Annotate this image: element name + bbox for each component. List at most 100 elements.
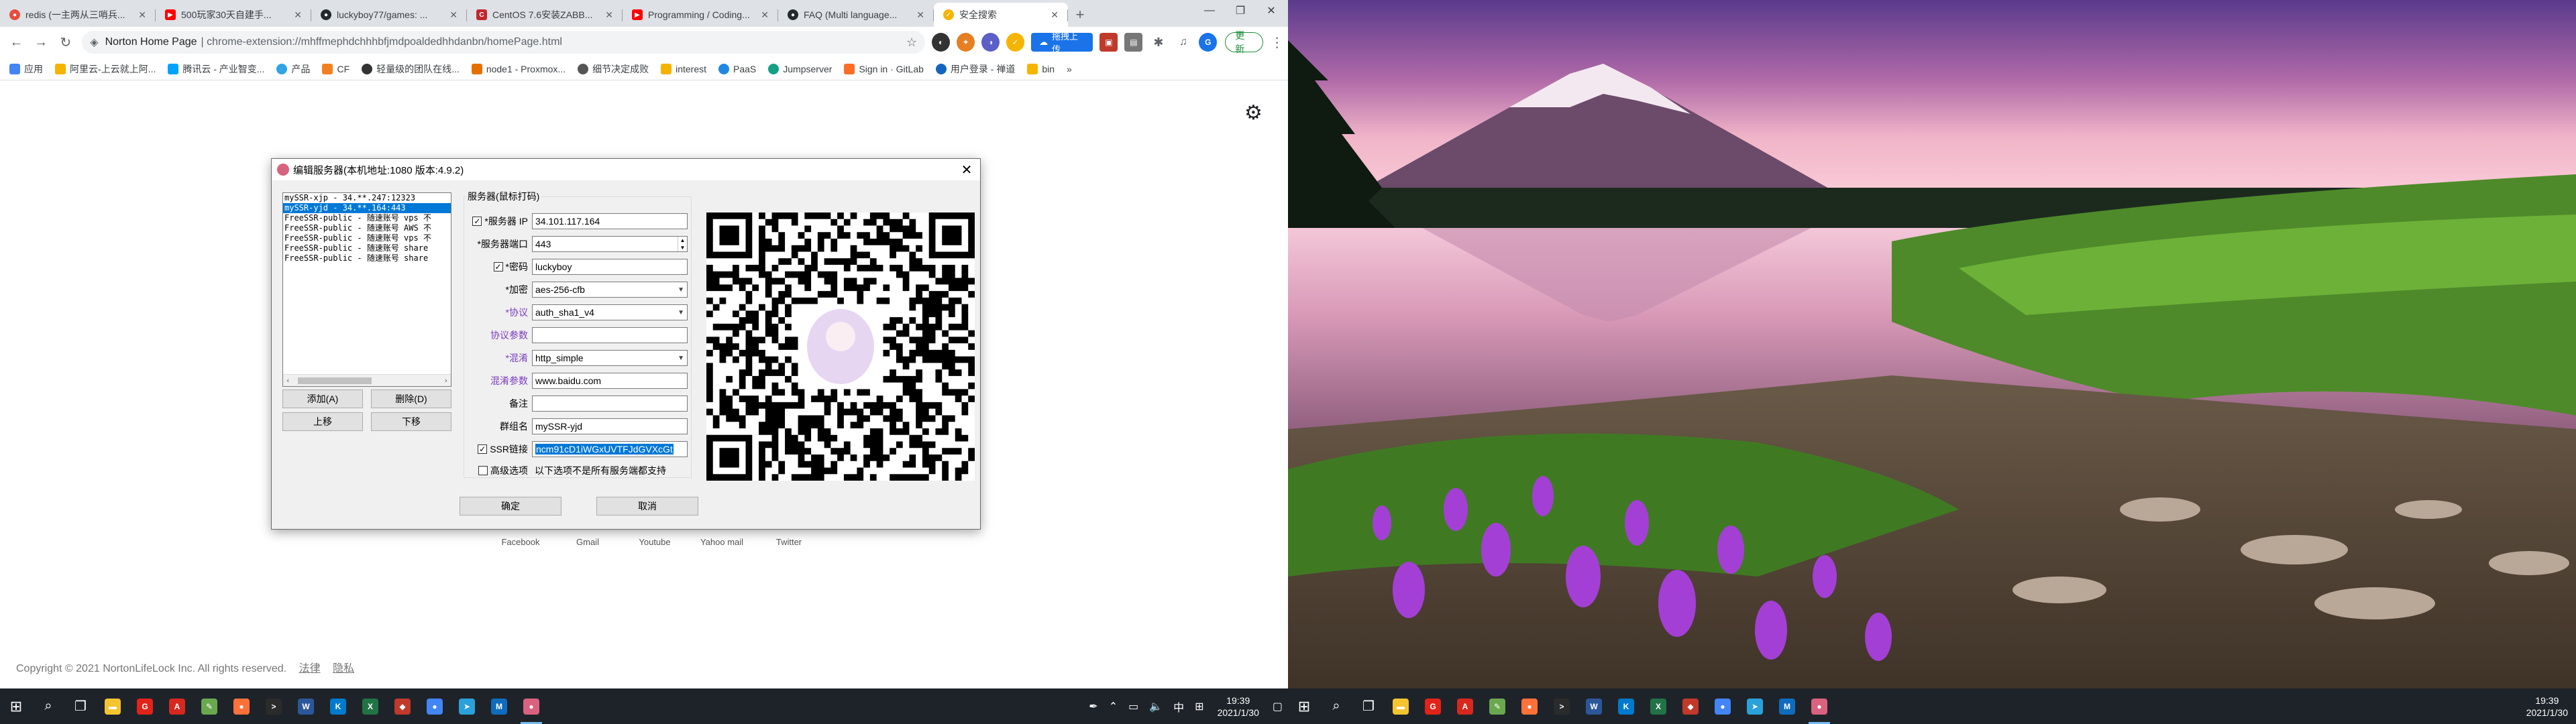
server-item[interactable]: FreeSSR-public - 随速账号 AWS 不 (283, 223, 451, 233)
excel-icon[interactable]: X (1642, 688, 1674, 724)
taskbar-clock[interactable]: 19:39 2021/1/30 (2526, 695, 2568, 719)
link-youtube[interactable]: Youtube (621, 537, 688, 547)
server-ip-input[interactable]: 34.101.117.164 (532, 213, 688, 229)
firefox-icon[interactable]: ● (225, 688, 258, 724)
close-tab-icon[interactable]: ✕ (449, 9, 458, 21)
legal-link[interactable]: 法律 (299, 663, 321, 674)
extension-icon-4[interactable]: ▣ (1099, 33, 1118, 52)
taskbar-clock[interactable]: 19:39 2021/1/30 (1218, 695, 1259, 719)
cancel-button[interactable]: 取消 (596, 497, 698, 516)
server-item-selected[interactable]: mySSR-yjd - 34.**.164:443 (283, 203, 451, 213)
telegram-icon[interactable]: ➤ (1739, 688, 1771, 724)
windows-start-icon[interactable]: ⊞ (1288, 688, 1320, 724)
minimize-window-icon[interactable]: — (1194, 0, 1225, 21)
protocol-select[interactable]: auth_sha1_v4 ▼ (532, 304, 688, 320)
reload-icon[interactable]: ↻ (55, 31, 77, 54)
cloud-upload-button[interactable]: ☁ 拖拽上传 (1031, 32, 1093, 54)
bookmark-tencent[interactable]: 腾讯云 - 产业智变... (168, 62, 264, 76)
scroll-left-icon[interactable]: ‹ (286, 376, 290, 385)
ssr-icon[interactable]: ● (515, 688, 547, 724)
obfs-param-input[interactable]: www.baidu.com (532, 373, 688, 389)
password-input[interactable]: luckyboy (532, 259, 688, 275)
address-bar[interactable]: ◈ Norton Home Page | chrome-extension://… (82, 31, 926, 54)
paw-icon[interactable]: ◆ (386, 688, 419, 724)
bookmark-details[interactable]: 细节决定成败 (578, 62, 649, 76)
bookmark-products[interactable]: 产品 (276, 62, 310, 76)
port-input[interactable]: 443 ▲ ▼ (532, 236, 688, 252)
notepad-icon[interactable]: ✎ (1481, 688, 1513, 724)
vscode-icon[interactable]: K (322, 688, 354, 724)
bookmark-apps[interactable]: 应用 (9, 62, 43, 76)
extension-icon-2[interactable]: ✦ (957, 33, 975, 52)
server-item[interactable]: mySSR-xjp - 34.**.247:12323 (283, 193, 451, 203)
close-tab-icon[interactable]: ✕ (294, 9, 302, 21)
extension-icon-3[interactable]: ◑ (981, 33, 1000, 52)
file-explorer-icon[interactable]: ▬ (1385, 688, 1417, 724)
server-item[interactable]: FreeSSR-public - 随速账号 vps 不 (283, 213, 451, 223)
extension-icon-1[interactable]: ◐ (932, 33, 951, 52)
ok-button[interactable]: 确定 (460, 497, 561, 516)
tab-0[interactable]: ● redis (一主两从三哨兵... ✕ (0, 3, 156, 27)
tab-5[interactable]: ● FAQ (Multi language... ✕ (778, 3, 934, 27)
horizontal-scrollbar[interactable]: ‹ › (283, 374, 451, 386)
norton-shield-icon[interactable]: ✓ (1006, 33, 1025, 52)
app-red-icon[interactable]: G (1417, 688, 1449, 724)
vscode-icon[interactable]: K (1610, 688, 1642, 724)
task-view-icon[interactable]: ❐ (64, 688, 97, 724)
bookmark-star-icon[interactable]: ☆ (906, 36, 917, 50)
server-ip-checkbox[interactable]: ✓ (472, 217, 482, 226)
task-view-icon[interactable]: ❐ (1352, 688, 1385, 724)
bookmark-aliyun[interactable]: 阿里云-上云就上阿... (55, 62, 156, 76)
search-icon[interactable]: ⌕ (32, 688, 64, 724)
move-up-button[interactable]: 上移 (282, 412, 363, 431)
chrome-icon[interactable]: ● (1707, 688, 1739, 724)
search-icon[interactable]: ⌕ (1320, 688, 1352, 724)
extension-icon-5[interactable]: ▤ (1124, 33, 1143, 52)
mail-icon[interactable]: M (1771, 688, 1803, 724)
link-yahoo-mail[interactable]: Yahoo mail (688, 537, 755, 547)
excel-icon[interactable]: X (354, 688, 386, 724)
protocol-param-input[interactable] (532, 327, 688, 343)
firefox-icon[interactable]: ● (1513, 688, 1546, 724)
network-icon[interactable]: ▭ (1128, 700, 1138, 713)
terminal-icon[interactable]: > (1546, 688, 1578, 724)
bookmark-interest[interactable]: interest (661, 63, 706, 74)
bookmark-cf[interactable]: CF (322, 63, 350, 74)
settings-gear-icon[interactable]: ⚙ (1244, 101, 1263, 125)
link-twitter[interactable]: Twitter (755, 537, 822, 547)
dialog-close-icon[interactable]: ✕ (953, 162, 980, 178)
terminal-icon[interactable]: > (258, 688, 290, 724)
close-window-icon[interactable]: ✕ (1256, 0, 1287, 21)
remark-input[interactable] (532, 396, 688, 412)
acrobat-icon[interactable]: A (161, 688, 193, 724)
ime-indicator[interactable]: 中 (1173, 699, 1184, 715)
server-list[interactable]: mySSR-xjp - 34.**.247:12323 mySSR-yjd - … (282, 192, 451, 387)
bookmark-gitlab[interactable]: Sign in · GitLab (844, 63, 924, 74)
bookmarks-overflow[interactable]: » (1067, 64, 1072, 74)
notepad-icon[interactable]: ✎ (193, 688, 225, 724)
scroll-right-icon[interactable]: › (443, 376, 448, 385)
paw-icon[interactable]: ◆ (1674, 688, 1707, 724)
chevron-up-icon[interactable]: ⌃ (1109, 700, 1118, 713)
encrypt-select[interactable]: aes-256-cfb ▼ (532, 282, 688, 298)
bookmark-paas[interactable]: PaaS (718, 63, 756, 74)
acrobat-icon[interactable]: A (1449, 688, 1481, 724)
ssr-icon[interactable]: ● (1803, 688, 1835, 724)
advanced-checkbox[interactable] (478, 466, 488, 475)
close-tab-icon[interactable]: ✕ (761, 9, 769, 21)
privacy-link[interactable]: 隐私 (333, 663, 354, 674)
update-button[interactable]: 更新 (1225, 30, 1264, 54)
bookmark-bin[interactable]: bin (1027, 63, 1055, 74)
pen-icon[interactable]: ✒ (1089, 700, 1097, 713)
group-input[interactable]: mySSR-yjd (532, 418, 688, 434)
close-tab-icon[interactable]: ✕ (605, 9, 613, 21)
server-item[interactable]: FreeSSR-public - 随速账号 share (283, 253, 451, 263)
file-explorer-icon[interactable]: ▬ (97, 688, 129, 724)
tab-2[interactable]: ● luckyboy77/games: ... ✕ (311, 3, 467, 27)
tab-1[interactable]: ▶ 500玩家30天自建手... ✕ (156, 3, 311, 27)
bookmark-proxmox[interactable]: node1 - Proxmox... (471, 63, 566, 74)
server-item[interactable]: FreeSSR-public - 随速账号 vps 不 (283, 233, 451, 243)
bookmark-zentao[interactable]: 用户登录 - 禅道 (935, 62, 1015, 76)
menu-kebab-icon[interactable]: ⋮ (1266, 31, 1288, 54)
server-item[interactable]: FreeSSR-public - 随速账号 share (283, 243, 451, 253)
